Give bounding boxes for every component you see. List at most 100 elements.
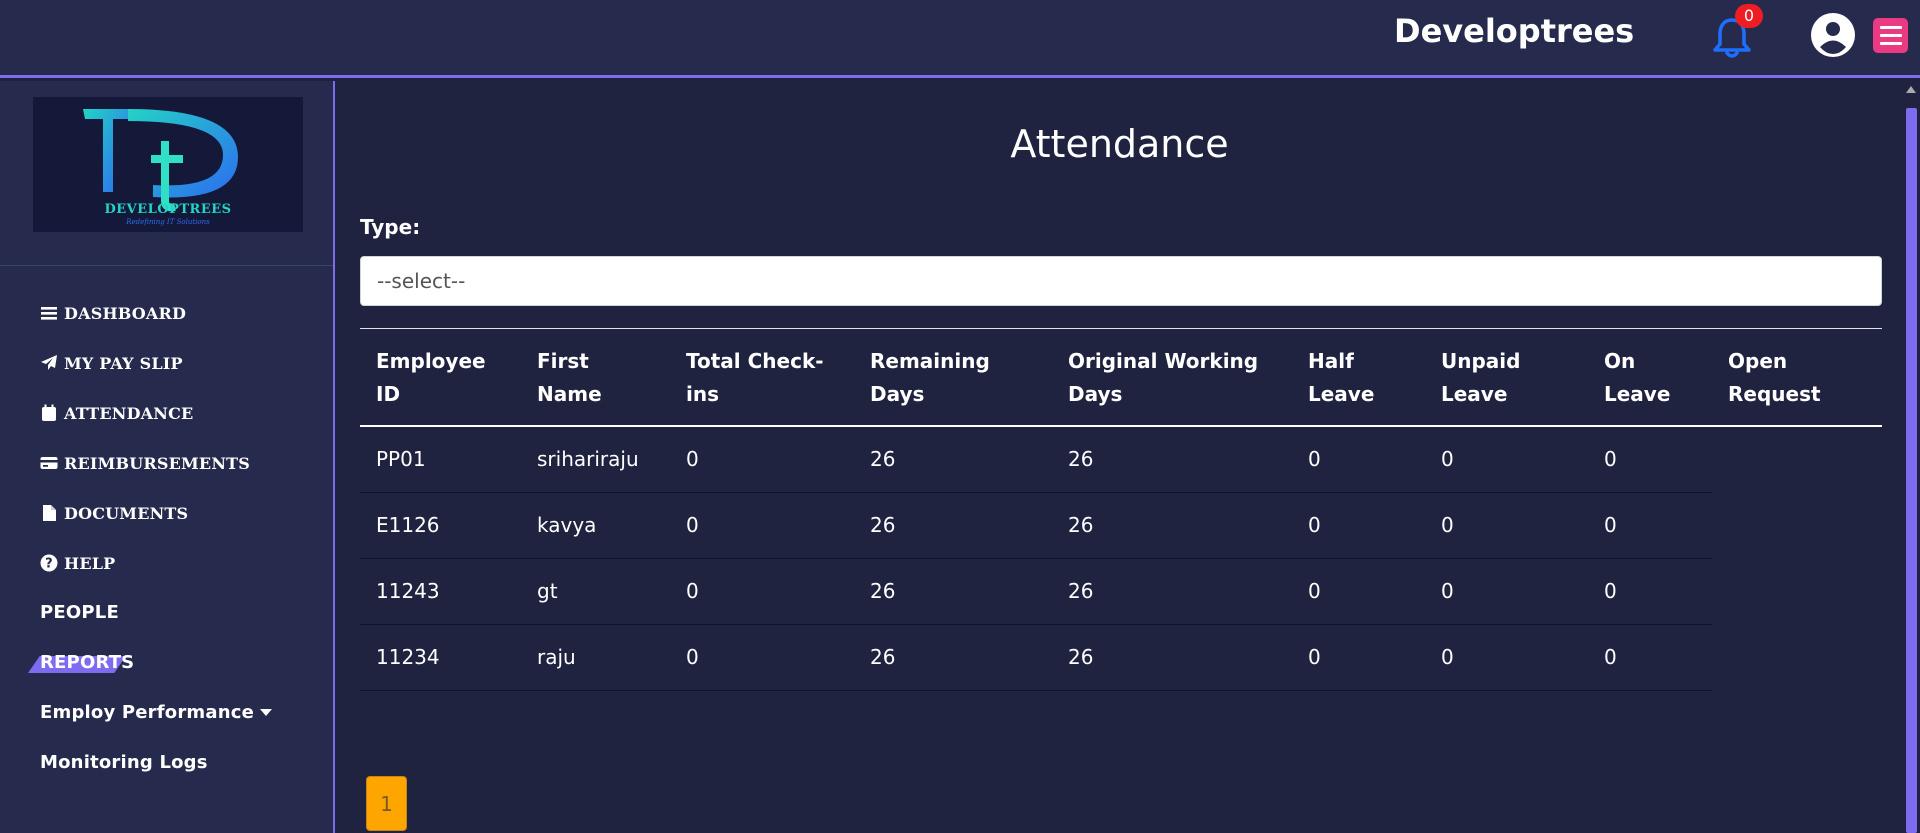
cell-employee-id: 11234 <box>360 624 521 691</box>
table-header-row: Employee ID First Name Total Check-ins Rem… <box>360 328 1882 427</box>
caret-down-icon <box>260 709 273 716</box>
cell-half-leave: 0 <box>1292 492 1425 559</box>
sidebar-item-employ-performance[interactable]: Employ Performance <box>40 697 273 727</box>
table-row: PP01 srihariraju 0 26 26 0 0 0 <box>360 426 1882 493</box>
sidebar-divider <box>0 265 333 266</box>
sidebar-item-label: REIMBURSEMENTS <box>64 453 251 473</box>
sidebar-item-reports[interactable]: REPORTS <box>40 647 134 677</box>
sidebar-item-label: ATTENDANCE <box>64 403 194 423</box>
cell-unpaid-leave: 0 <box>1425 624 1588 691</box>
cell-open-request <box>1712 426 1882 492</box>
cell-remaining-days: 26 <box>854 492 1052 559</box>
column-header-on-leave: On Leave <box>1588 328 1712 427</box>
sidebar-item-label: DASHBOARD <box>64 303 187 323</box>
cell-open-request <box>1712 558 1882 624</box>
cell-original-working-days: 26 <box>1052 492 1292 559</box>
cell-on-leave: 0 <box>1588 492 1712 559</box>
cell-first-name: kavya <box>521 492 670 559</box>
cell-on-leave: 0 <box>1588 624 1712 691</box>
scroll-up-arrow-icon[interactable] <box>1906 86 1916 93</box>
column-header-unpaid-leave: Unpaid Leave <box>1425 328 1588 427</box>
type-select-value: --select-- <box>377 269 466 293</box>
column-header-original-working-days: Original Working Days <box>1052 328 1292 427</box>
sidebar-item-label: MY PAY SLIP <box>64 353 183 373</box>
column-header-half-leave: Half Leave <box>1292 328 1425 427</box>
user-avatar-icon[interactable] <box>1810 12 1856 58</box>
company-logo[interactable]: DEVELOPTREES Redefining IT Solutions <box>33 97 303 232</box>
type-label: Type: <box>360 215 421 239</box>
cell-half-leave: 0 <box>1292 426 1425 493</box>
column-header-open-request: Open Request <box>1712 328 1882 427</box>
cell-half-leave: 0 <box>1292 558 1425 625</box>
column-header-first-name: First Name <box>521 328 670 427</box>
cell-unpaid-leave: 0 <box>1425 558 1588 625</box>
question-circle-icon: ? <box>40 554 58 572</box>
main-content: Attendance Type: --select-- Employee ID F… <box>337 81 1902 833</box>
sidebar-item-label: DOCUMENTS <box>64 503 189 523</box>
cell-employee-id: 11243 <box>360 558 521 625</box>
cell-unpaid-leave: 0 <box>1425 492 1588 559</box>
bars-icon <box>41 307 57 320</box>
sidebar-item-label: PEOPLE <box>40 601 119 623</box>
cell-employee-id: E1126 <box>360 492 521 559</box>
hamburger-line <box>1879 26 1902 29</box>
cell-original-working-days: 26 <box>1052 558 1292 625</box>
sidebar: DEVELOPTREES Redefining IT Solutions DAS… <box>0 81 335 833</box>
table-row: 11234 raju 0 26 26 0 0 0 <box>360 624 1882 691</box>
sidebar-item-monitoring-logs[interactable]: Monitoring Logs <box>40 747 208 777</box>
cell-employee-id: PP01 <box>360 426 521 493</box>
cell-total-check-ins: 0 <box>670 492 854 559</box>
sidebar-item-label: Monitoring Logs <box>40 751 208 773</box>
cell-on-leave: 0 <box>1588 558 1712 625</box>
cell-first-name: gt <box>521 558 670 625</box>
page-title: Attendance <box>1010 122 1229 166</box>
sidebar-item-my-pay-slip[interactable]: MY PAY SLIP <box>40 348 183 378</box>
cell-remaining-days: 26 <box>854 558 1052 625</box>
column-header-total-check-ins: Total Check-ins <box>670 328 854 427</box>
cell-total-check-ins: 0 <box>670 624 854 691</box>
file-icon <box>43 505 56 521</box>
column-header-employee-id: Employee ID <box>360 328 521 427</box>
sidebar-item-dashboard[interactable]: DASHBOARD <box>40 298 186 328</box>
cell-total-check-ins: 0 <box>670 426 854 493</box>
sidebar-item-label: REPORTS <box>40 651 135 673</box>
cell-on-leave: 0 <box>1588 426 1712 493</box>
paper-plane-icon <box>41 355 57 370</box>
attendance-table: Employee ID First Name Total Check-ins Rem… <box>360 328 1882 691</box>
brand-title: Developtrees <box>1394 12 1635 50</box>
top-navbar: Developtrees 0 <box>0 0 1920 78</box>
hamburger-menu-button[interactable] <box>1873 18 1908 53</box>
logo-text: DEVELOPTREES <box>104 202 232 217</box>
sidebar-item-documents[interactable]: DOCUMENTS <box>40 498 188 528</box>
cell-first-name: srihariraju <box>521 426 670 493</box>
sidebar-item-attendance[interactable]: ATTENDANCE <box>40 398 193 428</box>
cell-total-check-ins: 0 <box>670 558 854 625</box>
hamburger-line <box>1879 34 1902 37</box>
sidebar-item-help[interactable]: ? HELP <box>40 548 115 578</box>
calendar-icon <box>42 404 56 421</box>
sidebar-item-reimbursements[interactable]: REIMBURSEMENTS <box>40 448 250 478</box>
type-select[interactable]: --select-- <box>360 256 1882 306</box>
cell-remaining-days: 26 <box>854 624 1052 691</box>
hamburger-line <box>1879 42 1902 45</box>
logo-tagline: Redefining IT Solutions <box>126 218 210 226</box>
pagination-page-button[interactable]: 1 <box>366 776 407 831</box>
table-row: E1126 kavya 0 26 26 0 0 0 <box>360 492 1882 559</box>
scrollbar-thumb[interactable] <box>1906 108 1917 833</box>
cell-original-working-days: 26 <box>1052 624 1292 691</box>
svg-text:?: ? <box>45 557 53 572</box>
cell-open-request <box>1712 492 1882 558</box>
credit-card-icon <box>40 457 58 469</box>
column-header-remaining-days: Remaining Days <box>854 328 1052 427</box>
sidebar-item-people[interactable]: PEOPLE <box>40 597 119 627</box>
cell-remaining-days: 26 <box>854 426 1052 493</box>
cell-unpaid-leave: 0 <box>1425 426 1588 493</box>
table-row: 11243 gt 0 26 26 0 0 0 <box>360 558 1882 625</box>
cell-first-name: raju <box>521 624 670 691</box>
sidebar-item-label: Employ Performance <box>40 701 255 723</box>
cell-open-request <box>1712 624 1882 690</box>
cell-half-leave: 0 <box>1292 624 1425 691</box>
cell-original-working-days: 26 <box>1052 426 1292 493</box>
sidebar-item-label: HELP <box>64 553 116 573</box>
notification-badge: 0 <box>1735 4 1763 28</box>
